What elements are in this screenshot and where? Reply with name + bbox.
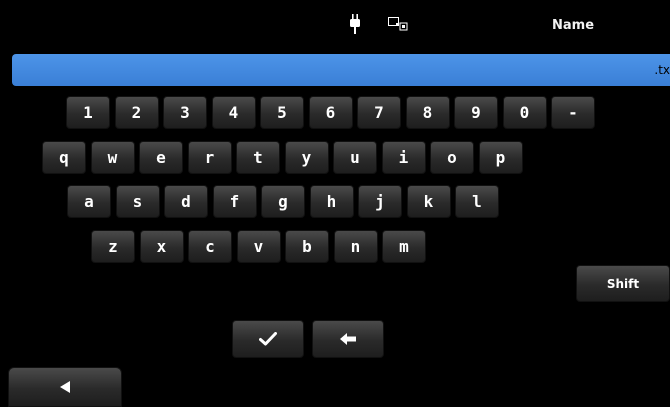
- key-p[interactable]: p: [478, 141, 523, 174]
- key-z[interactable]: z: [91, 230, 135, 263]
- enter-button[interactable]: [232, 320, 304, 358]
- status-bar: Name: [0, 0, 670, 50]
- key-v[interactable]: v: [236, 230, 281, 263]
- key-1[interactable]: 1: [66, 96, 110, 129]
- key-n[interactable]: n: [333, 230, 378, 263]
- key-7[interactable]: 7: [357, 96, 401, 129]
- key-s[interactable]: s: [115, 185, 160, 218]
- network-icon: [388, 17, 408, 31]
- power-plug-icon: [350, 14, 360, 34]
- key-4[interactable]: 4: [211, 96, 256, 129]
- key-d[interactable]: d: [164, 185, 208, 218]
- back-button[interactable]: [8, 367, 122, 407]
- key-6[interactable]: 6: [308, 96, 353, 129]
- key-j[interactable]: j: [358, 185, 402, 218]
- key-l[interactable]: l: [455, 185, 499, 218]
- key-k[interactable]: k: [406, 185, 451, 218]
- key-0[interactable]: 0: [502, 96, 547, 129]
- key-9[interactable]: 9: [454, 96, 498, 129]
- key-u[interactable]: u: [333, 141, 377, 174]
- key-o[interactable]: o: [430, 141, 474, 174]
- key-i[interactable]: i: [381, 141, 426, 174]
- key-2[interactable]: 2: [114, 96, 159, 129]
- key-e[interactable]: e: [139, 141, 183, 174]
- left-arrow-icon: [340, 333, 356, 345]
- key-c[interactable]: c: [188, 230, 232, 263]
- key-w[interactable]: w: [90, 141, 135, 174]
- shift-button[interactable]: Shift: [576, 265, 670, 302]
- key-a[interactable]: a: [67, 185, 111, 218]
- key-5[interactable]: 5: [260, 96, 304, 129]
- key-h[interactable]: h: [309, 185, 354, 218]
- key-r[interactable]: r: [187, 141, 232, 174]
- shift-label: Shift: [606, 276, 640, 291]
- left-triangle-icon: [60, 381, 70, 393]
- key-x[interactable]: x: [139, 230, 184, 263]
- key-dash[interactable]: -: [551, 96, 595, 129]
- key-y[interactable]: y: [284, 141, 329, 174]
- key-m[interactable]: m: [382, 230, 426, 263]
- key-b[interactable]: b: [285, 230, 329, 263]
- key-8[interactable]: 8: [405, 96, 450, 129]
- key-q[interactable]: q: [42, 141, 86, 174]
- name-input-value: .tx: [654, 63, 670, 77]
- checkmark-icon: [259, 332, 277, 346]
- key-f[interactable]: f: [212, 185, 257, 218]
- name-input[interactable]: .tx: [12, 54, 670, 86]
- backspace-button[interactable]: [312, 320, 384, 358]
- key-3[interactable]: 3: [163, 96, 207, 129]
- screen-title: Name: [552, 18, 595, 33]
- key-t[interactable]: t: [236, 141, 280, 174]
- key-g[interactable]: g: [261, 185, 305, 218]
